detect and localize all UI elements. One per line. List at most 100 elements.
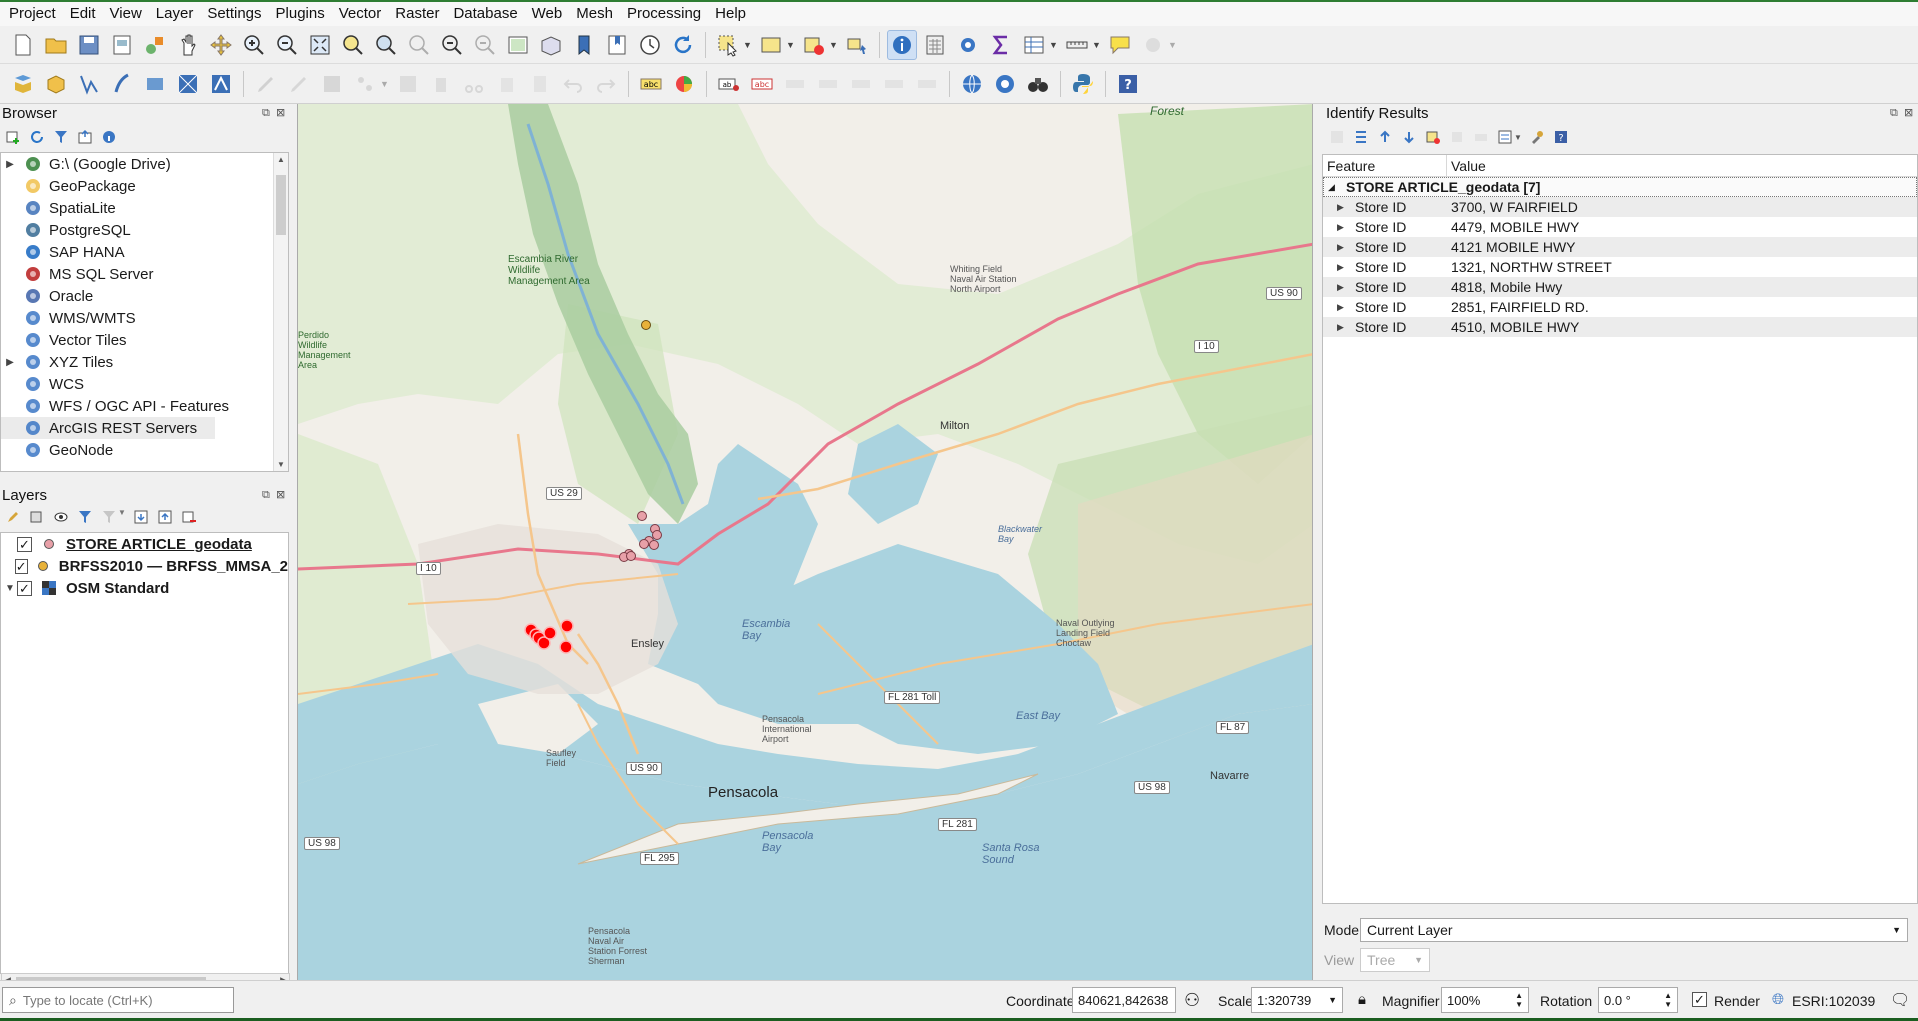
chevron-down-icon[interactable]: ▼ [380,79,390,89]
browser-item[interactable]: GeoPackage [1,175,288,197]
digitize-button[interactable] [350,69,380,99]
browser-scrollbar[interactable]: ▲ ▼ [273,153,288,471]
enable-properties-button[interactable] [100,128,118,146]
expand-arrow-icon[interactable]: ◢ [1328,177,1340,197]
pin-labels-button[interactable] [780,69,810,99]
feature-column-header[interactable]: Feature [1323,155,1447,176]
result-row[interactable]: ▶ Store ID 3700, W FAIRFIELD [1323,197,1917,217]
expand-arrow-icon[interactable]: ▶ [1337,297,1349,317]
deselect-all-button[interactable] [799,30,829,60]
browser-item[interactable]: PostgreSQL [1,219,288,241]
zoom-full-button[interactable] [305,30,335,60]
menu-mesh[interactable]: Mesh [569,2,620,26]
layer-item[interactable]: ▼ ✓ OSM Standard [1,577,288,599]
coordinate-field[interactable]: 840621,842638 [1072,987,1176,1013]
open-project-button[interactable] [41,30,71,60]
highlight-pinned-labels-button[interactable]: ab [714,69,744,99]
close-icon[interactable]: ⊠ [276,106,285,119]
new-geopackage-button[interactable] [41,69,71,99]
store-point-marker[interactable] [639,539,649,549]
result-layer-node[interactable]: ◢ STORE ARTICLE_geodata [7] [1323,177,1917,197]
data-source-manager-button[interactable] [8,69,38,99]
spin-arrows-icon[interactable]: ▲ ▼ [1515,991,1523,1009]
chevron-down-icon[interactable]: ▼ [1514,133,1522,142]
close-icon[interactable]: ⊠ [276,488,285,501]
move-label-button[interactable] [846,69,876,99]
paste-features-button[interactable] [525,69,555,99]
browser-item[interactable]: MS SQL Server [1,263,288,285]
quickmapservices-button[interactable] [1023,69,1053,99]
crs-button[interactable]: ESRI:102039 [1792,993,1875,1009]
map-canvas[interactable]: Forest Escambia River Wildlife Managemen… [297,104,1313,980]
zoom-last-button[interactable] [437,30,467,60]
annotation-button[interactable] [1138,30,1168,60]
menu-project[interactable]: Project [2,2,63,26]
expand-new-results-button[interactable] [1400,128,1418,146]
scroll-down-icon[interactable]: ▼ [277,460,285,469]
result-row[interactable]: ▶ Store ID 2851, FAIRFIELD RD. [1323,297,1917,317]
filter-expression-button[interactable] [100,508,118,526]
result-row[interactable]: ▶ Store ID 4121 MOBILE HWY [1323,237,1917,257]
result-row[interactable]: ▶ Store ID 4818, Mobile Hwy [1323,277,1917,297]
current-edits-button[interactable] [251,69,281,99]
store-point-marker[interactable] [649,540,659,550]
menu-layer[interactable]: Layer [149,2,201,26]
browser-item[interactable]: ▶ XYZ Tiles [1,351,288,373]
browser-item[interactable]: Oracle [1,285,288,307]
menu-edit[interactable]: Edit [63,2,103,26]
select-location-button[interactable] [842,30,872,60]
chevron-down-icon[interactable]: ▼ [743,40,753,50]
browser-item[interactable]: WMS/WMTS [1,307,288,329]
open-layer-styling-button[interactable] [4,508,22,526]
identify-features-button[interactable] [887,29,917,60]
show-bookmarks-button[interactable] [602,30,632,60]
new-shapefile-button[interactable] [74,69,104,99]
browser-item[interactable]: SAP HANA [1,241,288,263]
style-manager-button[interactable] [140,30,170,60]
float-panel-icon[interactable]: ⧉ [262,489,270,502]
python-console-button[interactable] [1068,69,1098,99]
expand-arrow-icon[interactable]: ▶ [1337,237,1349,257]
crs-globe-icon[interactable]: 🌐︎ [1772,991,1784,1008]
cut-features-button[interactable] [459,69,489,99]
expand-arrow-icon[interactable]: ▶ [1337,317,1349,337]
print-results-button[interactable] [1472,128,1490,146]
browser-item[interactable]: GeoNode [1,439,288,461]
manage-map-themes-button[interactable] [52,508,70,526]
messages-icon[interactable]: 🗨︎ [1890,990,1910,1010]
zoom-to-selection-button[interactable] [338,30,368,60]
zoom-native-button[interactable] [404,30,434,60]
scrollbar-thumb[interactable] [276,175,286,235]
expand-arrow-icon[interactable]: ▶ [1337,217,1349,237]
expand-arrow-icon[interactable]: ▶ [3,159,17,170]
new-spatialite-button[interactable] [107,69,137,99]
result-row[interactable]: ▶ Store ID 4479, MOBILE HWY [1323,217,1917,237]
new-temp-scratch-button[interactable] [206,69,236,99]
chevron-down-icon[interactable]: ▼ [786,40,796,50]
view-select[interactable]: Tree ▼ [1360,948,1430,972]
new-bookmark-button[interactable] [569,30,599,60]
new-print-layout-button[interactable] [107,30,137,60]
layer-visibility-checkbox[interactable]: ✓ [17,536,32,552]
filter-browser-button[interactable] [52,128,70,146]
add-selected-layers-button[interactable] [4,128,22,146]
toolbox-button[interactable] [953,30,983,60]
expand-arrow-icon[interactable]: ▶ [3,357,17,368]
zoom-out-button[interactable] [272,30,302,60]
new-mesh-layer-button[interactable] [173,69,203,99]
collapse-tree-button[interactable] [1376,128,1394,146]
expand-tree-button[interactable] [1352,128,1370,146]
float-panel-icon[interactable]: ⧉ [1890,107,1898,120]
change-label-button[interactable] [912,69,942,99]
identify-mode-button[interactable] [1496,128,1514,146]
delete-selected-button[interactable] [426,69,456,99]
result-row[interactable]: ▶ Store ID 4510, MOBILE HWY [1323,317,1917,337]
selected-store-marker[interactable] [560,619,574,633]
toggle-editing-button[interactable] [284,69,314,99]
help-contents-button[interactable]: ? [1113,69,1143,99]
layer-diagram-button[interactable] [669,69,699,99]
store-point-marker[interactable] [626,551,636,561]
mouse-coordinate-toggle-icon[interactable]: ⚇ [1184,990,1200,1011]
menu-database[interactable]: Database [446,2,524,26]
clear-results-button[interactable] [1424,128,1442,146]
